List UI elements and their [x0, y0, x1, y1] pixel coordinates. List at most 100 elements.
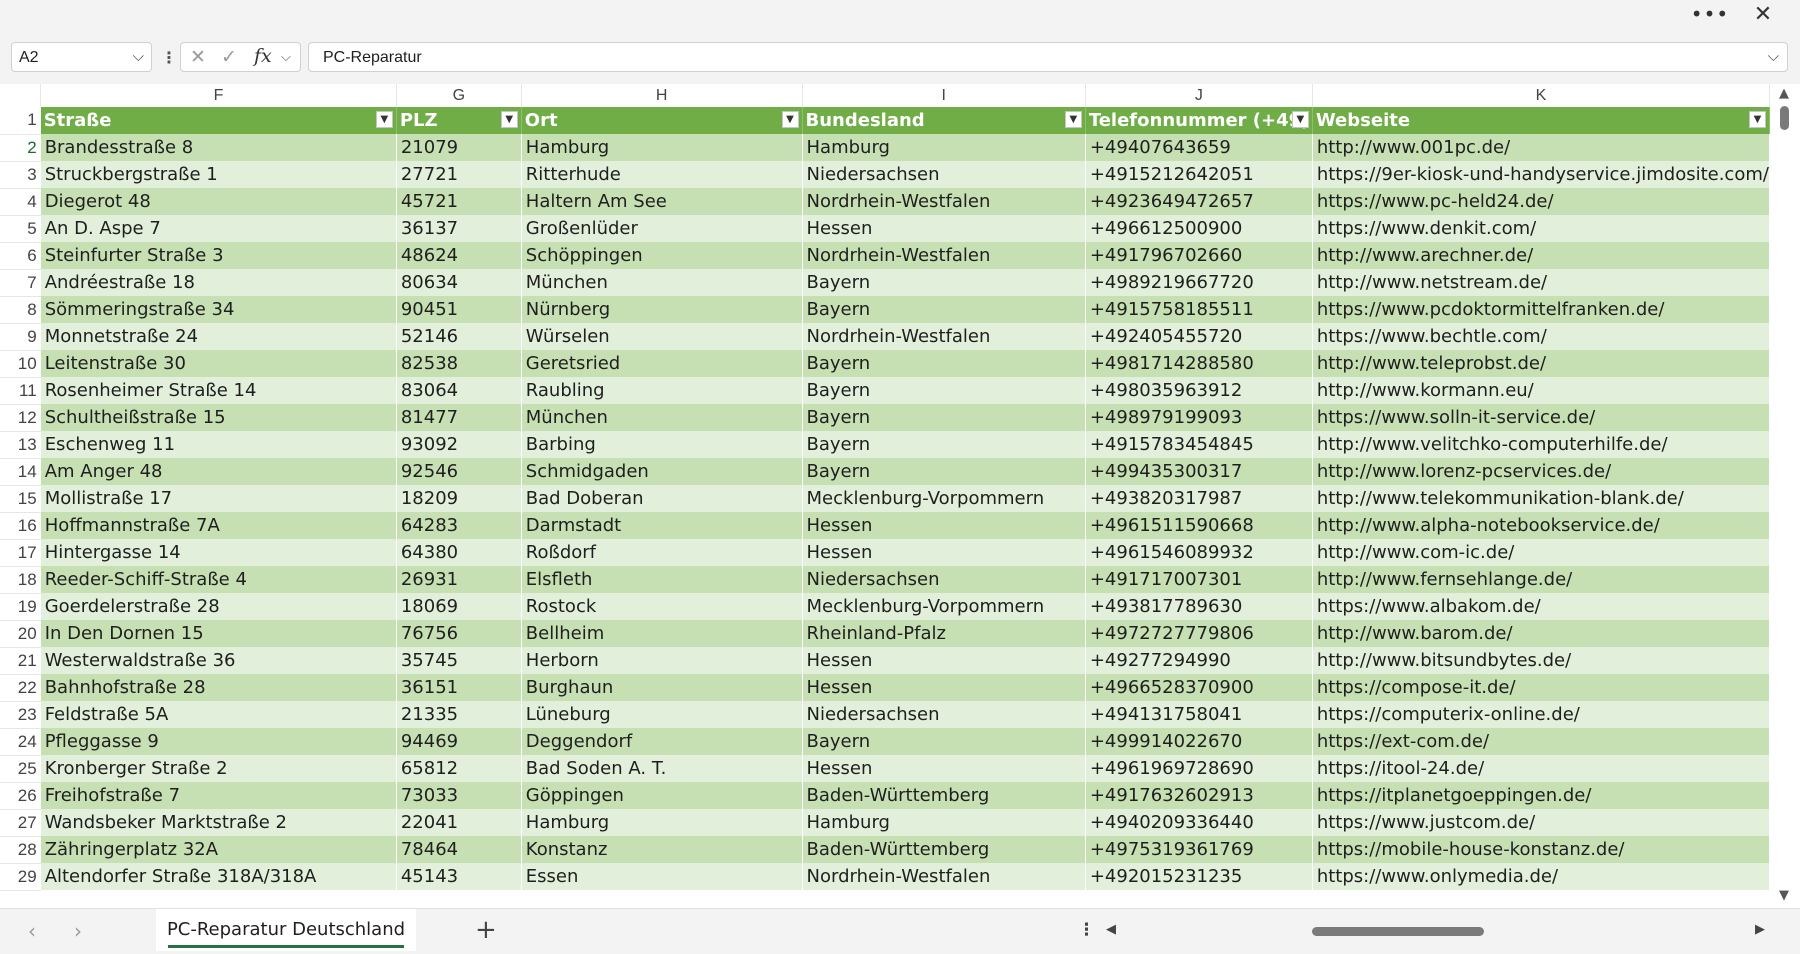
table-header-cell[interactable]: Bundesland ▼ — [802, 107, 1086, 134]
name-box[interactable]: A2 ⌵ — [11, 42, 152, 72]
table-cell[interactable]: http://www.fernsehlange.de/ — [1312, 566, 1770, 593]
table-cell[interactable]: 45721 — [396, 188, 522, 215]
table-cell[interactable]: Bayern — [802, 377, 1086, 404]
table-cell[interactable]: 36151 — [396, 674, 522, 701]
filter-dropdown-icon[interactable]: ▼ — [1064, 111, 1082, 128]
table-cell[interactable]: 76756 — [396, 620, 522, 647]
table-cell[interactable]: http://www.com-ic.de/ — [1312, 539, 1770, 566]
table-cell[interactable]: 64380 — [396, 539, 522, 566]
table-cell[interactable]: Schmidgaden — [521, 458, 803, 485]
table-cell[interactable]: 36137 — [396, 215, 522, 242]
table-cell[interactable]: +4975319361769 — [1085, 836, 1313, 863]
table-cell[interactable]: 35745 — [396, 647, 522, 674]
horizontal-scrollbar[interactable] — [1130, 925, 1750, 937]
table-cell[interactable]: +4923649472657 — [1085, 188, 1313, 215]
expand-formula-chevron-down-icon[interactable]: ⌵ — [1768, 47, 1779, 65]
table-cell[interactable]: Schöppingen — [521, 242, 803, 269]
more-options-button[interactable]: ••• — [1690, 0, 1730, 28]
table-cell[interactable]: 18209 — [396, 485, 522, 512]
column-letter[interactable]: H — [521, 84, 803, 107]
table-cell[interactable]: Hessen — [802, 647, 1086, 674]
row-number[interactable]: 1 — [0, 107, 41, 135]
table-cell[interactable]: Diegerot 48 — [40, 188, 397, 215]
table-cell[interactable]: Brandesstraße 8 — [40, 134, 397, 161]
table-cell[interactable]: Kronberger Straße 2 — [40, 755, 397, 782]
row-number[interactable]: 12 — [0, 404, 41, 432]
table-cell[interactable]: Eschenweg 11 — [40, 431, 397, 458]
table-cell[interactable]: Schultheißstraße 15 — [40, 404, 397, 431]
table-cell[interactable]: 21079 — [396, 134, 522, 161]
table-cell[interactable]: An D. Aspe 7 — [40, 215, 397, 242]
column-letter[interactable]: I — [802, 84, 1086, 107]
table-cell[interactable]: Herborn — [521, 647, 803, 674]
table-cell[interactable]: +491796702660 — [1085, 242, 1313, 269]
table-cell[interactable]: Hamburg — [802, 134, 1086, 161]
table-cell[interactable]: http://www.netstream.de/ — [1312, 269, 1770, 296]
table-cell[interactable]: Bahnhofstraße 28 — [40, 674, 397, 701]
table-cell[interactable]: https://www.solln-it-service.de/ — [1312, 404, 1770, 431]
table-cell[interactable]: http://www.velitchko-computerhilfe.de/ — [1312, 431, 1770, 458]
table-cell[interactable]: 26931 — [396, 566, 522, 593]
table-cell[interactable]: Nürnberg — [521, 296, 803, 323]
table-cell[interactable]: https://www.justcom.de/ — [1312, 809, 1770, 836]
table-cell[interactable]: http://www.lorenz-pcservices.de/ — [1312, 458, 1770, 485]
column-letter[interactable]: J — [1085, 84, 1313, 107]
table-cell[interactable]: Goerdelerstraße 28 — [40, 593, 397, 620]
table-cell[interactable]: München — [521, 269, 803, 296]
table-cell[interactable]: Sömmeringstraße 34 — [40, 296, 397, 323]
table-cell[interactable]: +496612500900 — [1085, 215, 1313, 242]
chevron-down-icon[interactable]: ⌵ — [133, 47, 144, 65]
fx-icon[interactable]: fx — [254, 45, 272, 67]
row-number[interactable]: 3 — [0, 161, 41, 189]
table-cell[interactable]: Baden-Württemberg — [802, 836, 1086, 863]
table-cell[interactable]: https://www.albakom.de/ — [1312, 593, 1770, 620]
prev-sheet-icon[interactable]: ‹ — [28, 919, 36, 943]
table-cell[interactable]: In Den Dornen 15 — [40, 620, 397, 647]
table-cell[interactable]: Westerwaldstraße 36 — [40, 647, 397, 674]
table-cell[interactable]: Nordrhein-Westfalen — [802, 188, 1086, 215]
table-cell[interactable]: Geretsried — [521, 350, 803, 377]
table-cell[interactable]: +4915783454845 — [1085, 431, 1313, 458]
row-number[interactable]: 11 — [0, 377, 41, 405]
filter-dropdown-icon[interactable]: ▼ — [375, 111, 393, 128]
select-all-corner[interactable] — [0, 84, 42, 107]
table-cell[interactable]: +4972727779806 — [1085, 620, 1313, 647]
table-cell[interactable]: https://itool-24.de/ — [1312, 755, 1770, 782]
table-cell[interactable]: Freihofstraße 7 — [40, 782, 397, 809]
table-cell[interactable]: Hessen — [802, 215, 1086, 242]
add-sheet-icon[interactable]: + — [475, 915, 497, 945]
table-cell[interactable]: Andréestraße 18 — [40, 269, 397, 296]
table-cell[interactable]: Feldstraße 5A — [40, 701, 397, 728]
row-number[interactable]: 4 — [0, 188, 41, 216]
formula-bar-grip-icon[interactable]: ⋮ — [161, 48, 177, 67]
scroll-down-icon[interactable]: ▼ — [1779, 888, 1789, 903]
table-cell[interactable]: Pfleggasse 9 — [40, 728, 397, 755]
table-cell[interactable]: Bayern — [802, 350, 1086, 377]
table-cell[interactable]: 81477 — [396, 404, 522, 431]
row-number[interactable]: 28 — [0, 836, 41, 864]
table-cell[interactable]: https://compose-it.de/ — [1312, 674, 1770, 701]
table-cell[interactable]: Hamburg — [521, 809, 803, 836]
table-cell[interactable]: 52146 — [396, 323, 522, 350]
table-cell[interactable]: +493820317987 — [1085, 485, 1313, 512]
row-number[interactable]: 9 — [0, 323, 41, 351]
table-cell[interactable]: Hoffmannstraße 7A — [40, 512, 397, 539]
table-cell[interactable]: Baden-Württemberg — [802, 782, 1086, 809]
table-cell[interactable]: Hessen — [802, 539, 1086, 566]
table-cell[interactable]: Lüneburg — [521, 701, 803, 728]
close-button[interactable]: ✕ — [1743, 0, 1783, 28]
row-number[interactable]: 22 — [0, 674, 41, 702]
table-cell[interactable]: +4915212642051 — [1085, 161, 1313, 188]
table-cell[interactable]: Wandsbeker Marktstraße 2 — [40, 809, 397, 836]
table-cell[interactable]: Konstanz — [521, 836, 803, 863]
next-sheet-icon[interactable]: › — [74, 919, 82, 943]
formula-input[interactable]: PC-Reparatur ⌵ — [308, 42, 1788, 72]
table-header-cell[interactable]: Telefonnummer (+49) ▼ — [1085, 107, 1313, 134]
row-number[interactable]: 24 — [0, 728, 41, 756]
table-cell[interactable]: +491717007301 — [1085, 566, 1313, 593]
table-cell[interactable]: https://www.onlymedia.de/ — [1312, 863, 1770, 890]
table-header-cell[interactable]: Ort ▼ — [521, 107, 803, 134]
table-cell[interactable]: http://www.teleprobst.de/ — [1312, 350, 1770, 377]
table-cell[interactable]: Am Anger 48 — [40, 458, 397, 485]
table-cell[interactable]: +4961969728690 — [1085, 755, 1313, 782]
